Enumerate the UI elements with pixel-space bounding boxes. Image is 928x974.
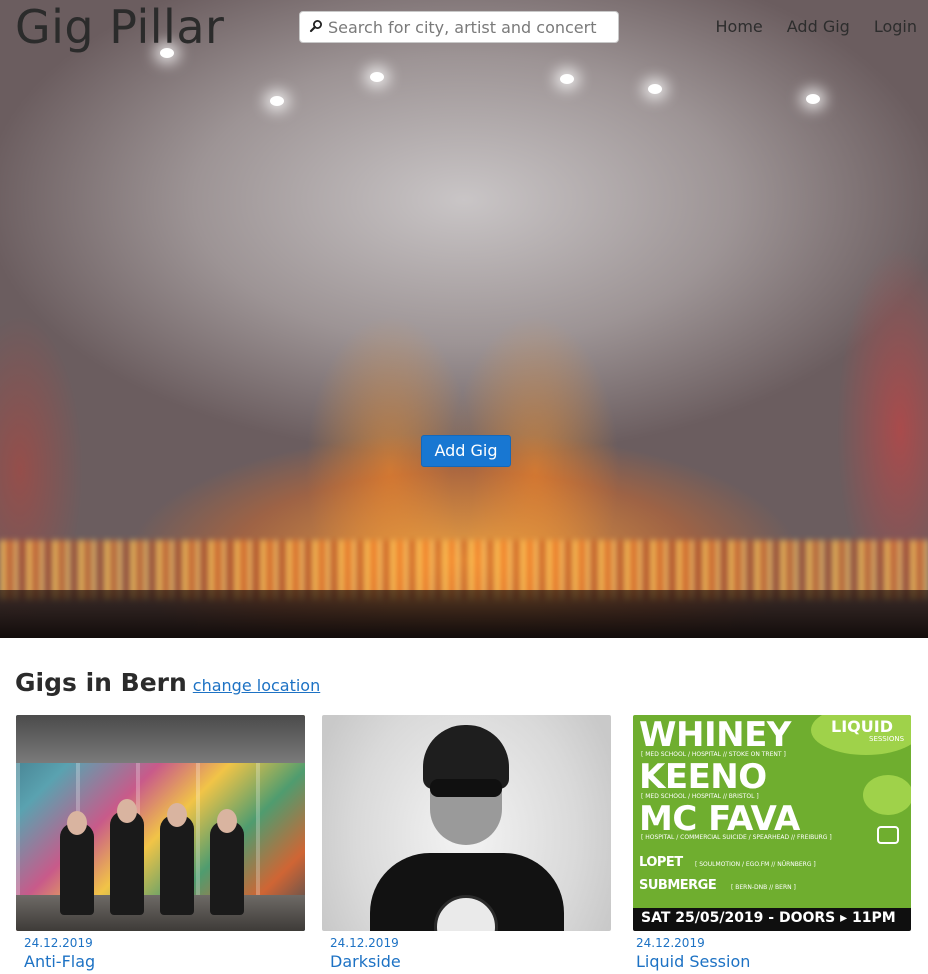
gig-date: 24.12.2019 bbox=[330, 936, 399, 950]
flyer-sub-line: [ HOSPITAL / COMMERCIAL SUICIDE / SPEARH… bbox=[641, 834, 832, 841]
add-gig-button[interactable]: Add Gig bbox=[421, 435, 511, 467]
flyer-sub-line: [ BERN-DNB // BERN ] bbox=[731, 884, 796, 891]
flyer-logo: LIQUID bbox=[831, 717, 893, 736]
flyer-line: WHINEY bbox=[639, 715, 791, 755]
gig-title[interactable]: Anti-Flag bbox=[24, 952, 95, 971]
gig-date: 24.12.2019 bbox=[636, 936, 705, 950]
band-member bbox=[60, 823, 94, 915]
gig-image[interactable]: LIQUID SESSIONS WHINEY [ MED SCHOOL / HO… bbox=[633, 715, 911, 931]
sunglasses bbox=[430, 779, 502, 797]
band-member bbox=[110, 811, 144, 915]
gig-image[interactable] bbox=[16, 715, 305, 931]
band-member-head bbox=[167, 803, 187, 827]
crowd bbox=[0, 590, 928, 638]
flyer-line: SUBMERGE bbox=[639, 878, 717, 893]
stage-light bbox=[370, 72, 384, 82]
search-icon bbox=[309, 20, 322, 33]
stage-light bbox=[560, 74, 574, 84]
gig-date: 24.12.2019 bbox=[24, 936, 93, 950]
tunnel-ceiling bbox=[16, 715, 305, 763]
band-member-head bbox=[117, 799, 137, 823]
brand-logo[interactable]: Gig Pillar bbox=[15, 0, 224, 54]
main-nav: Home Add Gig Login bbox=[716, 17, 917, 37]
nav-login[interactable]: Login bbox=[874, 17, 917, 37]
flyer-date-line: SAT 25/05/2019 - DOORS ▸ 11PM bbox=[641, 910, 896, 926]
search-input[interactable] bbox=[328, 12, 616, 42]
search-box[interactable] bbox=[299, 11, 619, 43]
gig-card[interactable]: 24.12.2019 Anti-Flag bbox=[16, 715, 305, 974]
hero-banner bbox=[0, 0, 928, 638]
nav-add-gig[interactable]: Add Gig bbox=[787, 17, 850, 37]
flyer-sub-line: [ SOULMOTION / EGO.FM // NÜRNBERG ] bbox=[695, 861, 816, 868]
gigs-section-header: Gigs in Bern change location bbox=[15, 668, 320, 697]
gig-image[interactable] bbox=[322, 715, 611, 931]
nav-home[interactable]: Home bbox=[716, 17, 763, 37]
gig-title[interactable]: Liquid Session bbox=[636, 952, 750, 971]
flyer-line: LOPET bbox=[639, 855, 683, 870]
flyer-splash bbox=[863, 775, 911, 815]
stage-light bbox=[648, 84, 662, 94]
section-title: Gigs in Bern bbox=[15, 668, 187, 697]
venue-logo bbox=[877, 826, 899, 844]
flyer-logo-sub: SESSIONS bbox=[869, 735, 905, 743]
flyer-line: MC FAVA bbox=[639, 799, 800, 839]
band-member bbox=[160, 815, 194, 915]
change-location-link[interactable]: change location bbox=[193, 676, 320, 695]
gig-card[interactable]: LIQUID SESSIONS WHINEY [ MED SCHOOL / HO… bbox=[628, 715, 917, 974]
stage-light bbox=[806, 94, 820, 104]
gig-title[interactable]: Darkside bbox=[330, 952, 401, 971]
gig-card[interactable]: 24.12.2019 Darkside bbox=[322, 715, 611, 974]
band-member bbox=[210, 821, 244, 915]
band-member-head bbox=[67, 811, 87, 835]
flyer-line: KEENO bbox=[639, 757, 767, 797]
stage-light bbox=[270, 96, 284, 106]
band-member-head bbox=[217, 809, 237, 833]
